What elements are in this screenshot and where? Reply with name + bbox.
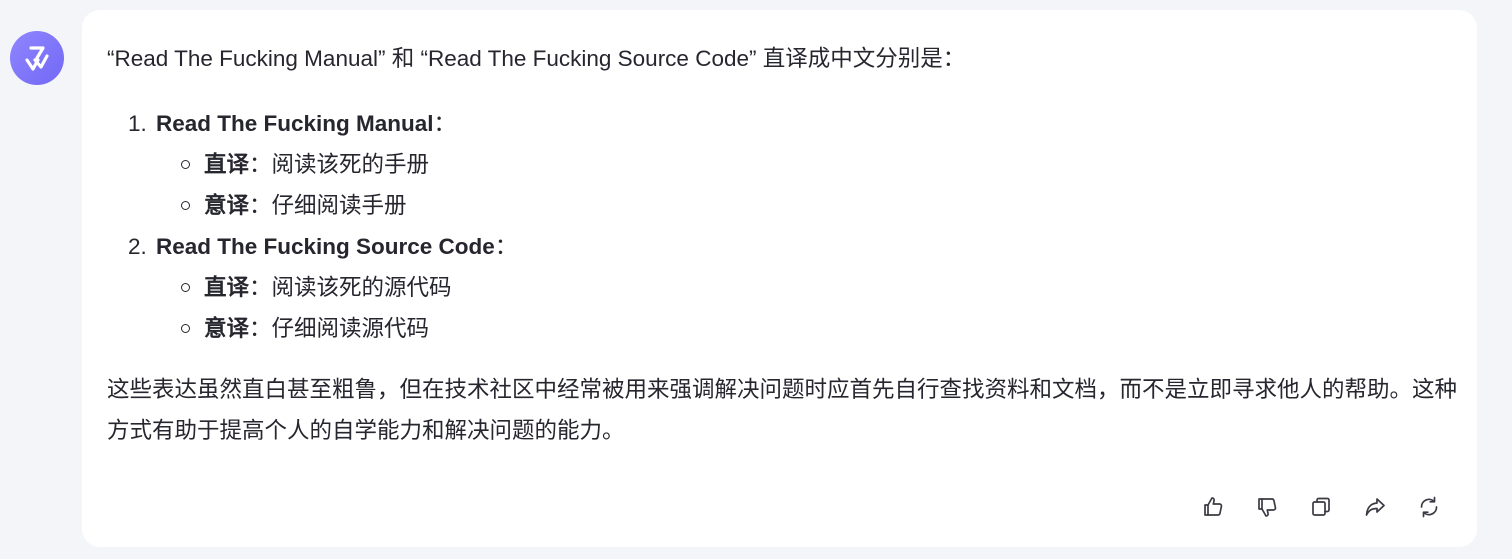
thumbs-down-icon xyxy=(1258,498,1277,517)
translation-list: 1. Read The Fucking Manual： 直译：阅读该死的手册 意… xyxy=(107,103,1457,349)
sub-list-item: 意译：仔细阅读源代码 xyxy=(181,308,1457,349)
list-item-colon: ： xyxy=(494,234,518,259)
list-item-title: Read The Fucking Source Code xyxy=(156,234,495,259)
sub-item-colon: ： xyxy=(249,275,272,300)
sub-list: 直译：阅读该死的手册 意译：仔细阅读手册 xyxy=(156,144,1457,226)
share-icon xyxy=(1365,498,1385,516)
assistant-message-bubble: “Read The Fucking Manual” 和 “Read The Fu… xyxy=(82,10,1477,547)
sub-item-label: 直译 xyxy=(204,275,250,300)
sub-item-colon: ： xyxy=(249,193,272,218)
message-actions xyxy=(1201,495,1441,519)
share-button[interactable] xyxy=(1363,495,1387,519)
message-summary: 这些表达虽然直白甚至粗鲁，但在技术社区中经常被用来强调解决问题时应首先自行查找资… xyxy=(107,377,1458,443)
sub-item-text: 仔细阅读手册 xyxy=(271,193,407,218)
thumbs-up-icon xyxy=(1204,497,1223,516)
list-item: 1. Read The Fucking Manual： 直译：阅读该死的手册 意… xyxy=(107,103,1457,226)
copy-icon xyxy=(1312,497,1330,516)
sub-item-label: 意译 xyxy=(204,193,250,218)
sub-item-label: 直译 xyxy=(204,152,250,177)
message-content: “Read The Fucking Manual” 和 “Read The Fu… xyxy=(107,38,1457,451)
sub-list-item: 意译：仔细阅读手册 xyxy=(181,185,1457,226)
sub-list-item: 直译：阅读该死的手册 xyxy=(181,144,1457,185)
sub-list: 直译：阅读该死的源代码 意译：仔细阅读源代码 xyxy=(156,267,1457,349)
sub-list-item: 直译：阅读该死的源代码 xyxy=(181,267,1457,308)
list-number: 1. xyxy=(128,111,147,136)
sub-item-colon: ： xyxy=(249,152,272,177)
sub-item-text: 阅读该死的手册 xyxy=(271,152,430,177)
regenerate-button[interactable] xyxy=(1417,495,1441,519)
message-intro: “Read The Fucking Manual” 和 “Read The Fu… xyxy=(107,46,966,71)
sub-item-text: 仔细阅读源代码 xyxy=(271,316,430,341)
sub-item-colon: ： xyxy=(249,316,272,341)
like-button[interactable] xyxy=(1201,495,1225,519)
assistant-logo-icon xyxy=(25,46,49,71)
sub-item-label: 意译 xyxy=(204,316,250,341)
list-number: 2. xyxy=(128,234,147,259)
sub-item-text: 阅读该死的源代码 xyxy=(271,275,452,300)
list-item: 2. Read The Fucking Source Code： 直译：阅读该死… xyxy=(107,226,1457,349)
regenerate-icon xyxy=(1420,496,1438,518)
assistant-avatar xyxy=(10,31,64,85)
dislike-button[interactable] xyxy=(1255,495,1279,519)
list-item-colon: ： xyxy=(433,111,457,136)
copy-button[interactable] xyxy=(1309,495,1333,519)
list-item-title: Read The Fucking Manual xyxy=(156,111,434,136)
